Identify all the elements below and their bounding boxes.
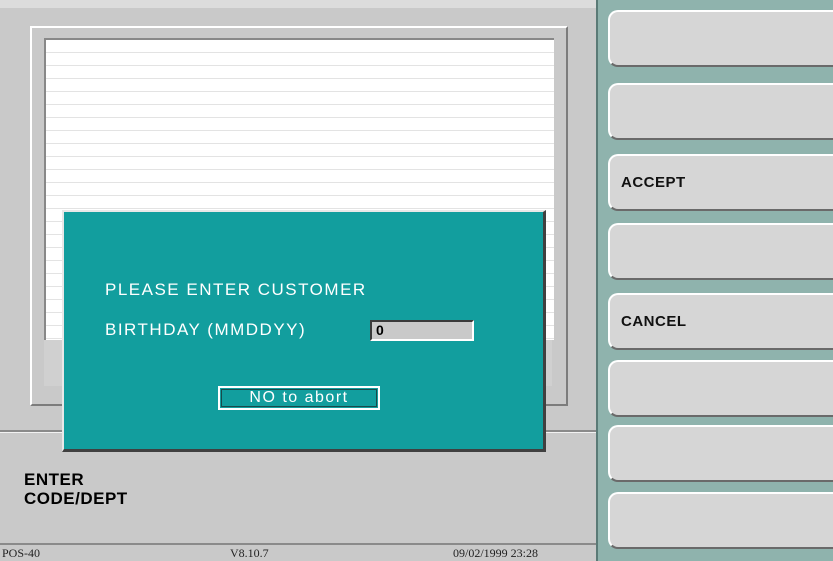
function-key-8[interactable]	[608, 492, 833, 549]
software-version: V8.10.7	[230, 546, 269, 560]
function-key-7[interactable]	[608, 425, 833, 482]
birthday-dialog: PLEASE ENTER CUSTOMER BIRTHDAY (MMDDYY) …	[62, 210, 546, 452]
prompt-line-1: ENTER	[24, 470, 85, 489]
prompt-line-2: CODE/DEPT	[24, 489, 128, 508]
no-to-abort-button[interactable]: NO to abort	[218, 386, 380, 410]
status-bar: POS-40 V8.10.7 09/02/1999 23:28	[0, 543, 596, 561]
function-key-1[interactable]	[608, 10, 833, 67]
top-strip	[0, 0, 596, 8]
accept-button[interactable]: ACCEPT	[608, 154, 833, 211]
operator-prompt: ENTER CODE/DEPT	[24, 470, 324, 508]
function-key-4[interactable]	[608, 223, 833, 280]
accept-button-label: ACCEPT	[621, 174, 686, 191]
dialog-message-line-2: BIRTHDAY (MMDDYY)	[105, 320, 307, 339]
dialog-message-line-1: PLEASE ENTER CUSTOMER	[105, 280, 367, 299]
terminal-model: POS-40	[2, 546, 41, 560]
cancel-button[interactable]: CANCEL	[608, 293, 833, 350]
birthday-input[interactable]: 0	[370, 320, 474, 341]
cancel-button-label: CANCEL	[621, 313, 687, 330]
date-time: 09/02/1999 23:28	[453, 546, 539, 560]
function-key-panel: ACCEPT CANCEL	[596, 0, 833, 561]
function-key-6[interactable]	[608, 360, 833, 417]
function-key-2[interactable]	[608, 83, 833, 140]
